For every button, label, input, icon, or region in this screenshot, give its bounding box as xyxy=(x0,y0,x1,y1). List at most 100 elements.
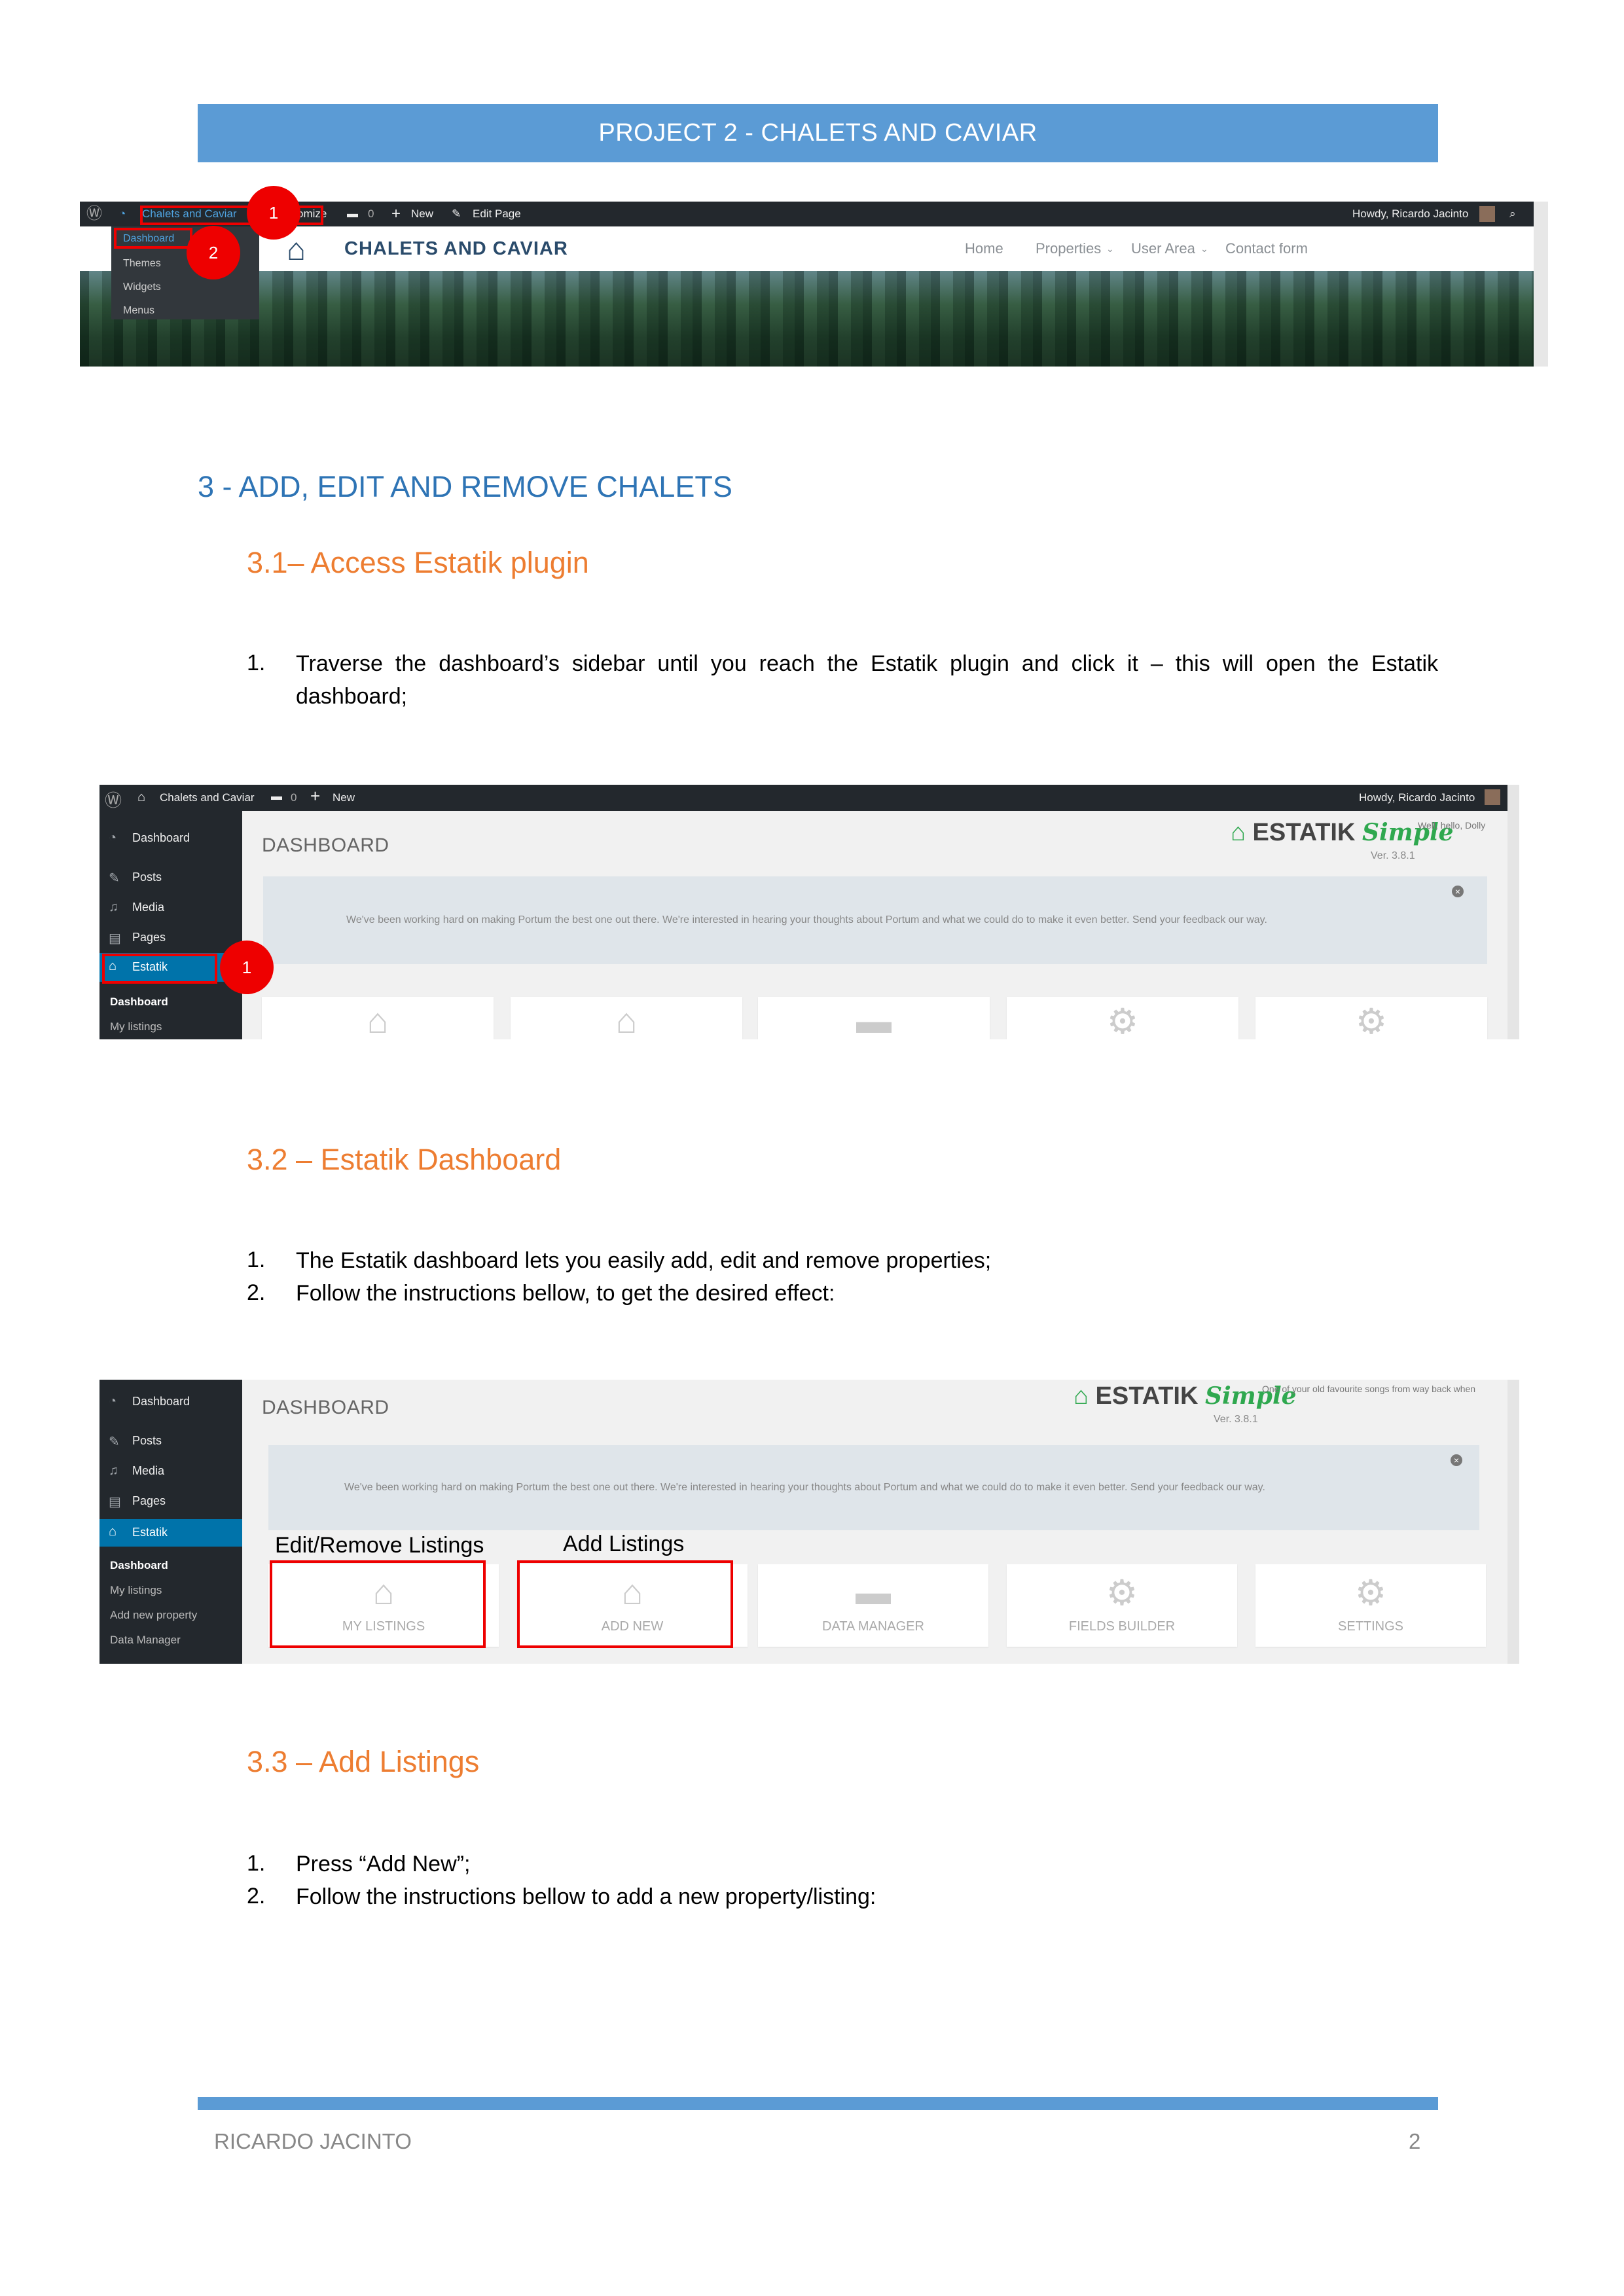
admin-bar-new[interactable]: New xyxy=(333,791,355,804)
version-label: Ver. 3.8.1 xyxy=(1214,1414,1258,1425)
wordpress-logo-icon[interactable]: Ⓦ xyxy=(86,202,102,226)
folder-icon: ▬ xyxy=(856,1573,891,1612)
submenu-my-listings[interactable]: My listings xyxy=(110,1584,162,1597)
nav-properties[interactable]: Properties xyxy=(1036,226,1101,271)
avatar[interactable] xyxy=(1479,206,1495,222)
list-number: 2. xyxy=(247,1280,266,1305)
estatik-access-screenshot: Ⓦ ⌂ Chalets and Caviar ▬ 0 + New Howdy, … xyxy=(99,785,1519,1039)
sidebar-item-pages[interactable]: Pages xyxy=(132,931,166,944)
highlight-dashboard xyxy=(114,228,192,249)
admin-bar: Ⓦ ⌂ Chalets and Caviar ▬ 0 + New Howdy, … xyxy=(99,785,1519,811)
close-icon[interactable]: × xyxy=(1451,1454,1462,1466)
feedback-notice: We've been working hard on making Portum… xyxy=(263,876,1487,964)
step-marker-2: 2 xyxy=(187,226,240,279)
dashboard-gauge-icon: ◔ xyxy=(119,207,126,220)
list-item-text: Follow the instructions bellow to add a … xyxy=(296,1884,876,1909)
subsection-heading-3-3: 3.3 – Add Listings xyxy=(247,1745,480,1778)
pin-icon: ✎ xyxy=(109,871,120,886)
version-label: Ver. 3.8.1 xyxy=(1371,850,1415,861)
submenu-dashboard[interactable]: Dashboard xyxy=(110,996,168,1009)
submenu-dashboard[interactable]: Dashboard xyxy=(110,1559,168,1572)
list-number: 1. xyxy=(247,1851,266,1876)
home-icon: ⌂ xyxy=(137,790,146,804)
sidebar-item-pages[interactable]: Pages xyxy=(132,1494,166,1508)
section-heading: 3 - ADD, EDIT AND REMOVE CHALETS xyxy=(198,470,732,503)
pages-icon: ▤ xyxy=(109,931,121,946)
admin-bar-comment-count: 0 xyxy=(291,791,297,804)
scrollbar[interactable] xyxy=(1507,785,1519,1039)
list-item-text: Traverse the dashboard’s sidebar until y… xyxy=(296,651,1438,709)
highlight-estatik xyxy=(102,954,217,984)
sidebar-item-media[interactable]: Media xyxy=(132,901,164,914)
close-icon[interactable]: × xyxy=(1452,886,1464,897)
list-number: 1. xyxy=(247,651,266,675)
dropdown-menus[interactable]: Menus xyxy=(123,305,154,317)
sidebar-item-posts[interactable]: Posts xyxy=(132,870,162,884)
house-icon: ⌂ xyxy=(1231,819,1246,846)
document-title: PROJECT 2 - CHALETS AND CAVIAR xyxy=(598,119,1038,147)
comment-icon[interactable]: ▬ xyxy=(347,202,358,226)
card-settings[interactable]: ⚙ SETTINGS xyxy=(1255,1564,1486,1647)
house-icon: ⌂ xyxy=(1074,1382,1089,1410)
folder-icon: ▬ xyxy=(856,1001,892,1039)
sidebar-item-dashboard[interactable]: Dashboard xyxy=(132,1395,190,1408)
admin-bar-howdy[interactable]: Howdy, Ricardo Jacinto xyxy=(1352,202,1468,226)
notice-text: We've been working hard on making Portum… xyxy=(346,914,1267,925)
card-fields-builder[interactable]: ⚙ FIELDS BUILDER xyxy=(1007,1564,1237,1647)
site-screenshot: Ⓦ ◔ Chalets and Caviar omize ▬ 0 + New ✎… xyxy=(80,202,1548,367)
plus-icon: + xyxy=(391,205,401,223)
submenu-data-manager[interactable]: Data Manager xyxy=(110,1634,181,1647)
card-label: DATA MANAGER xyxy=(822,1619,924,1634)
dashboard-gauge-icon: ◔ xyxy=(109,831,117,845)
nav-home[interactable]: Home xyxy=(965,226,1003,271)
admin-bar-site-name[interactable]: Chalets and Caviar xyxy=(160,791,255,804)
comment-icon[interactable]: ▬ xyxy=(271,790,282,803)
step-marker-1: 1 xyxy=(220,941,274,994)
admin-bar-howdy[interactable]: Howdy, Ricardo Jacinto xyxy=(1359,791,1475,804)
list-item-text: Press “Add New”; xyxy=(296,1852,471,1876)
pin-icon: ✎ xyxy=(109,1435,120,1449)
pencil-icon: ✎ xyxy=(452,207,461,220)
step-marker-1: 1 xyxy=(247,186,300,240)
site-logo-text[interactable]: CHALETS AND CAVIAR xyxy=(344,238,568,260)
scrollbar[interactable] xyxy=(1534,202,1548,367)
scrollbar[interactable] xyxy=(1507,1380,1519,1664)
card-fields-builder[interactable]: ⚙ xyxy=(1007,997,1238,1039)
chevron-down-icon: ⌄ xyxy=(1200,243,1208,254)
subsection-heading-3-2: 3.2 – Estatik Dashboard xyxy=(247,1143,562,1176)
sidebar-item-dashboard[interactable]: Dashboard xyxy=(132,831,190,845)
house-icon: ⌂ xyxy=(367,1001,389,1039)
submenu-my-listings[interactable]: My listings xyxy=(110,1020,162,1033)
card-settings[interactable]: ⚙ xyxy=(1255,997,1487,1039)
admin-bar-edit-page[interactable]: Edit Page xyxy=(473,202,521,226)
nav-contact-form[interactable]: Contact form xyxy=(1225,226,1308,271)
avatar[interactable] xyxy=(1485,789,1500,805)
admin-bar-new[interactable]: New xyxy=(411,202,433,226)
document-header-band: PROJECT 2 - CHALETS AND CAVIAR xyxy=(198,104,1438,162)
sidebar-item-media[interactable]: Media xyxy=(132,1464,164,1478)
submenu-add-new-property[interactable]: Add new property xyxy=(110,1609,197,1622)
nav-user-area[interactable]: User Area xyxy=(1131,226,1195,271)
sidebar-item-estatik[interactable]: Estatik xyxy=(132,1526,168,1539)
pages-icon: ▤ xyxy=(109,1495,121,1509)
card-data-manager[interactable]: ▬ DATA MANAGER xyxy=(758,1564,988,1647)
wordpress-logo-icon[interactable]: Ⓦ xyxy=(105,787,122,812)
brand-name: ESTATIK xyxy=(1252,819,1356,846)
search-icon[interactable]: ⌕ xyxy=(1509,202,1516,226)
gear-icon: ⚙ xyxy=(1106,1002,1139,1039)
dropdown-widgets[interactable]: Widgets xyxy=(123,281,161,293)
tagline: Well, hello, Dolly xyxy=(1418,820,1486,831)
feedback-notice: We've been working hard on making Portum… xyxy=(268,1445,1479,1530)
card-data-manager[interactable]: ▬ xyxy=(758,997,990,1039)
admin-sidebar: ◔ Dashboard ✎ Posts ♫ Media ▤ Pages ⌂ Es… xyxy=(99,1380,242,1664)
media-icon: ♫ xyxy=(109,900,118,914)
page-number: 2 xyxy=(1409,2129,1421,2153)
card-my-listings[interactable]: ⌂ xyxy=(262,997,494,1039)
gear-icon: ⚙ xyxy=(1354,1573,1387,1613)
sidebar-item-estatik-active[interactable]: ⌂ Estatik xyxy=(99,1519,242,1547)
card-label: SETTINGS xyxy=(1337,1619,1403,1634)
admin-bar-comment-count: 0 xyxy=(368,207,374,220)
sidebar-item-posts[interactable]: Posts xyxy=(132,1434,162,1448)
dropdown-themes[interactable]: Themes xyxy=(123,258,161,270)
card-add-new[interactable]: ⌂ xyxy=(511,997,742,1039)
